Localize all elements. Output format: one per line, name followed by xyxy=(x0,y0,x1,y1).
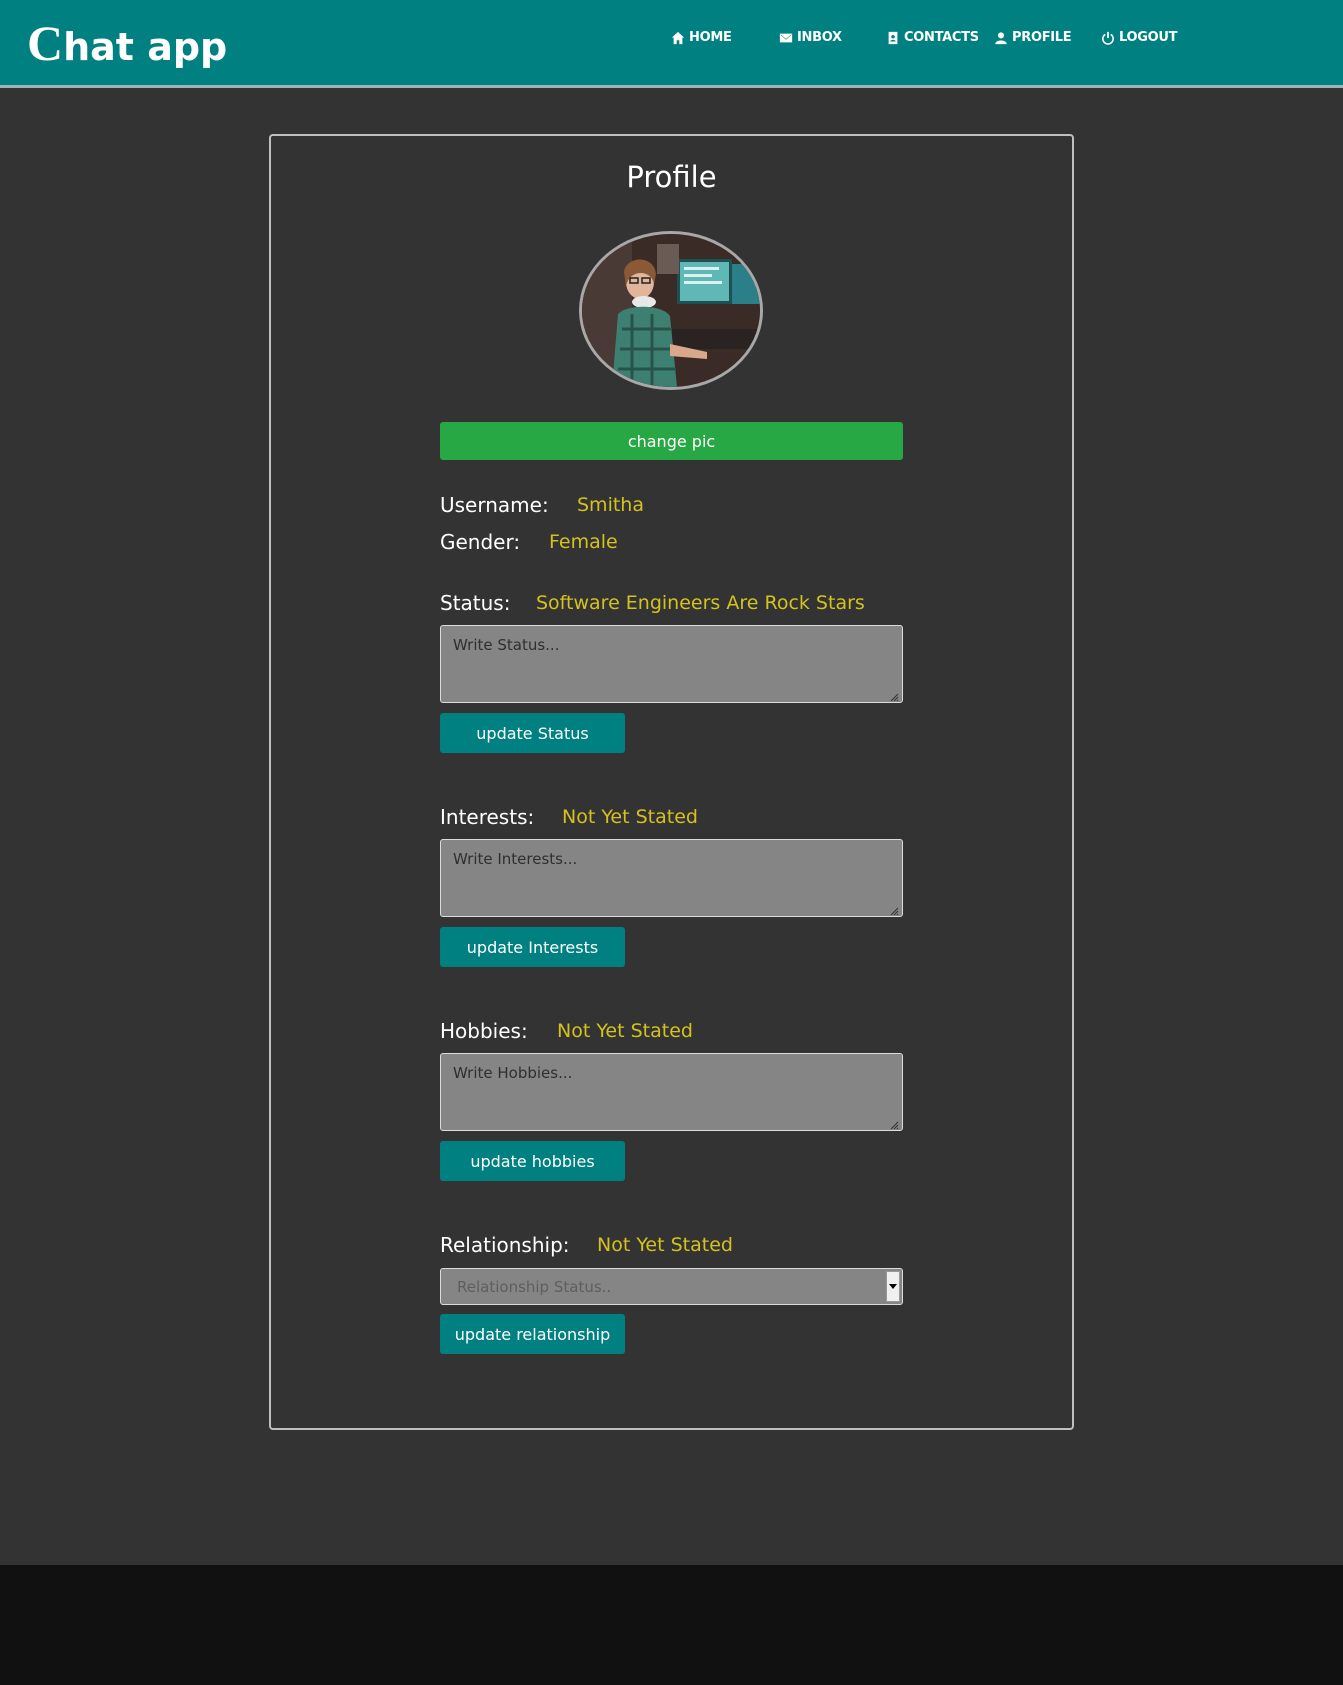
profile-photo xyxy=(582,234,760,387)
username-label: Username: xyxy=(440,493,549,517)
username-value: Smitha xyxy=(577,494,644,516)
interests-value: Not Yet Stated xyxy=(562,806,698,828)
nav-contacts-label: CONTACTS xyxy=(904,30,979,45)
update-status-button[interactable]: update Status xyxy=(440,713,625,753)
envelope-icon xyxy=(779,33,793,42)
brand-logo[interactable]: Chat app xyxy=(27,14,227,72)
brand-name: hat app xyxy=(63,25,228,69)
nav-inbox-label: INBOX xyxy=(797,30,842,45)
nav-home[interactable]: HOME xyxy=(671,30,732,45)
user-icon xyxy=(995,31,1007,44)
nav-home-label: HOME xyxy=(689,30,732,45)
relationship-label: Relationship: xyxy=(440,1233,570,1257)
home-icon xyxy=(671,31,685,44)
update-relationship-button[interactable]: update relationship xyxy=(440,1314,625,1354)
page-title: Profile xyxy=(626,160,717,194)
hobbies-value: Not Yet Stated xyxy=(557,1020,693,1042)
change-pic-button[interactable]: change pic xyxy=(440,422,903,460)
footer xyxy=(0,1565,1343,1685)
contacts-icon xyxy=(888,31,898,44)
power-icon xyxy=(1102,31,1114,45)
brand-initial: C xyxy=(27,15,64,71)
chevron-down-icon[interactable] xyxy=(886,1271,900,1302)
resize-grip-icon[interactable] xyxy=(889,1120,899,1130)
status-label: Status: xyxy=(440,591,511,615)
status-value: Software Engineers Are Rock Stars xyxy=(536,592,865,614)
hobbies-input[interactable] xyxy=(440,1053,903,1131)
nav-profile-label: PROFILE xyxy=(1012,30,1072,45)
nav-logout[interactable]: LOGOUT xyxy=(1101,30,1178,45)
resize-grip-icon[interactable] xyxy=(889,906,899,916)
relationship-value: Not Yet Stated xyxy=(597,1234,733,1256)
interests-input[interactable] xyxy=(440,839,903,917)
nav-logout-label: LOGOUT xyxy=(1119,30,1178,45)
nav-profile[interactable]: PROFILE xyxy=(994,30,1072,45)
gender-label: Gender: xyxy=(440,530,521,554)
update-hobbies-button[interactable]: update hobbies xyxy=(440,1141,625,1181)
status-input[interactable] xyxy=(440,625,903,703)
nav-inbox[interactable]: INBOX xyxy=(779,30,842,45)
update-interests-button[interactable]: update Interests xyxy=(440,927,625,967)
relationship-select[interactable]: Relationship Status.. xyxy=(440,1268,903,1305)
interests-label: Interests: xyxy=(440,805,535,829)
relationship-select-placeholder: Relationship Status.. xyxy=(457,1277,612,1296)
hobbies-label: Hobbies: xyxy=(440,1019,528,1043)
resize-grip-icon[interactable] xyxy=(889,692,899,702)
nav-contacts[interactable]: CONTACTS xyxy=(886,30,979,45)
gender-value: Female xyxy=(549,531,618,553)
top-navbar: Chat app HOME INBOX CONTACTS PROFILE LOG… xyxy=(0,0,1343,88)
avatar xyxy=(579,231,763,390)
